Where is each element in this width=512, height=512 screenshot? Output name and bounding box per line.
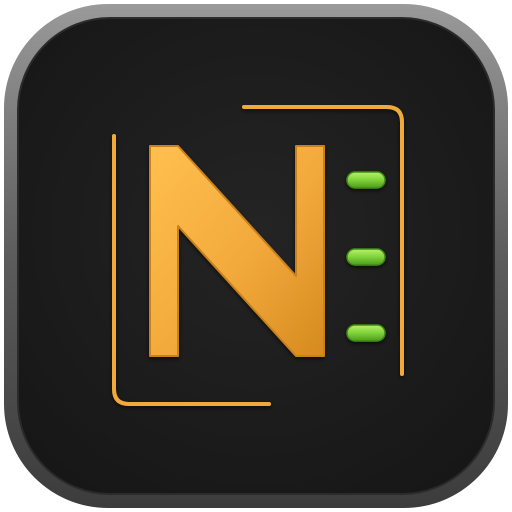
indicator-dot-bottom: [346, 324, 386, 342]
app-icon-stage: [0, 0, 512, 512]
indicator-dot-middle: [346, 248, 386, 266]
app-icon[interactable]: [0, 0, 512, 512]
indicator-dot-top: [346, 171, 386, 189]
